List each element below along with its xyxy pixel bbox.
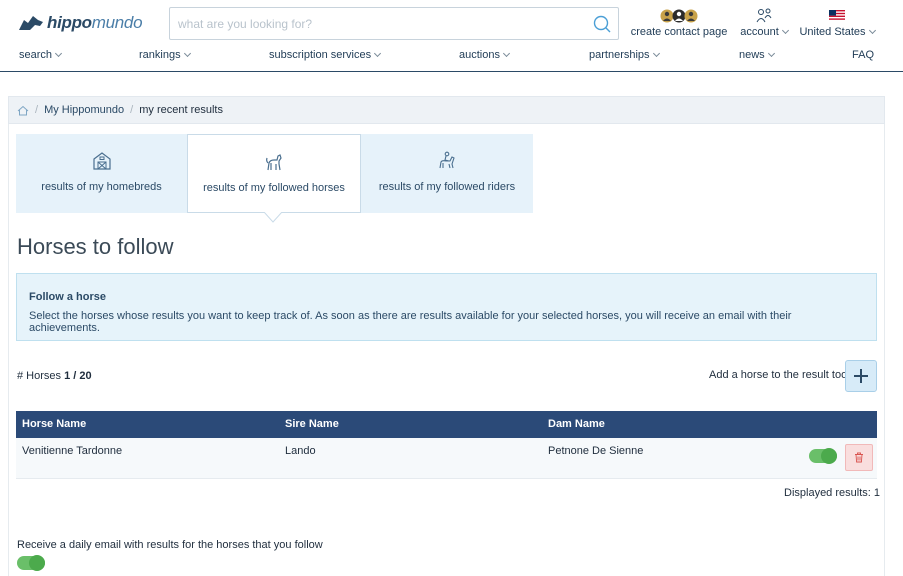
nav-partnerships[interactable]: partnerships — [589, 49, 660, 61]
nav-subscription-services[interactable]: subscription services — [269, 49, 382, 61]
nav-auctions[interactable]: auctions — [459, 49, 511, 61]
col-sire-name: Sire Name — [285, 418, 339, 430]
tab-followed-horses-label: results of my followed horses — [203, 182, 345, 194]
trash-icon — [855, 452, 863, 463]
chevron-down-icon — [781, 26, 789, 35]
chevron-down-icon — [652, 49, 660, 58]
contacts-icon — [630, 7, 728, 24]
breadcrumb-separator: / — [130, 104, 134, 116]
logo-text-bold: hippo — [47, 13, 92, 32]
tab-followed-riders-label: results of my followed riders — [378, 181, 516, 193]
site-header: hippomundo create contact page — [0, 0, 903, 72]
logo-text-light: mundo — [91, 13, 143, 32]
horse-icon — [188, 152, 360, 174]
hippo-logo-icon — [19, 16, 43, 30]
horse-name-cell: Venitienne Tardonne — [22, 445, 123, 457]
create-contact-page-label: create contact page — [630, 26, 728, 38]
us-flag-icon — [797, 7, 877, 24]
search-box — [169, 7, 619, 40]
chevron-down-icon — [868, 26, 876, 35]
follow-toggle[interactable] — [809, 448, 837, 464]
rider-icon — [361, 151, 533, 173]
page-title: Horses to follow — [17, 234, 174, 259]
info-text: Select the horses whose results you want… — [29, 310, 792, 334]
col-horse-name: Horse Name — [22, 418, 87, 430]
main-nav: search rankings subscription services au… — [0, 49, 903, 67]
tab-followed-riders[interactable]: results of my followed riders — [361, 134, 533, 213]
tab-homebreds[interactable]: results of my homebreds — [16, 134, 187, 213]
displayed-results: Displayed results: 1 — [784, 487, 880, 499]
country-selector[interactable]: United States — [797, 7, 877, 38]
daily-email-toggle[interactable] — [17, 555, 45, 571]
active-tab-pointer — [264, 212, 282, 223]
account-menu[interactable]: account — [737, 7, 791, 38]
horses-count-label: # Horses — [17, 370, 62, 382]
nav-rankings[interactable]: rankings — [139, 49, 191, 61]
country-label: United States — [799, 26, 866, 38]
dam-name-cell: Petnone De Sienne — [548, 445, 644, 457]
chevron-down-icon — [374, 49, 382, 58]
breadcrumb: / My Hippomundo / my recent results — [8, 96, 885, 124]
home-icon[interactable] — [17, 105, 29, 116]
chevron-down-icon — [54, 49, 63, 58]
account-icon — [737, 7, 791, 24]
daily-email-label: Receive a daily email with results for t… — [17, 539, 323, 551]
table-header: Horse Name Sire Name Dam Name — [16, 411, 877, 438]
search-icon[interactable] — [592, 14, 612, 34]
toggle-knob — [821, 448, 837, 464]
chevron-down-icon — [502, 49, 511, 58]
nav-search[interactable]: search — [19, 49, 63, 61]
breadcrumb-my-hippomundo[interactable]: My Hippomundo — [44, 104, 124, 116]
info-box: Follow a horse Select the horses whose r… — [16, 273, 877, 341]
add-horse-button[interactable] — [845, 360, 877, 392]
nav-news[interactable]: news — [739, 49, 775, 61]
create-contact-page-link[interactable]: create contact page — [630, 7, 728, 38]
info-title: Follow a horse — [29, 291, 107, 303]
sire-name-cell: Lando — [285, 445, 316, 457]
plus-icon — [854, 369, 868, 383]
chevron-down-icon — [767, 49, 775, 58]
table-row: Venitienne Tardonne Lando Petnone De Sie… — [16, 438, 877, 479]
horses-count: # Horses 1 / 20 — [17, 370, 92, 382]
nav-faq[interactable]: FAQ — [852, 49, 874, 61]
breadcrumb-separator: / — [35, 104, 39, 116]
toggle-knob — [29, 555, 45, 571]
col-dam-name: Dam Name — [548, 418, 605, 430]
add-horse-label: Add a horse to the result tool — [709, 369, 850, 381]
account-label: account — [740, 26, 779, 38]
breadcrumb-current: my recent results — [139, 104, 223, 116]
horses-count-value: 1 / 20 — [64, 370, 92, 382]
tab-followed-horses[interactable]: results of my followed horses — [187, 134, 361, 213]
hippomundo-logo[interactable]: hippomundo — [18, 12, 143, 34]
stable-icon — [16, 151, 187, 173]
chevron-down-icon — [183, 49, 191, 58]
tab-homebreds-label: results of my homebreds — [41, 181, 162, 193]
search-input[interactable] — [170, 8, 590, 39]
delete-horse-button[interactable] — [845, 444, 873, 471]
